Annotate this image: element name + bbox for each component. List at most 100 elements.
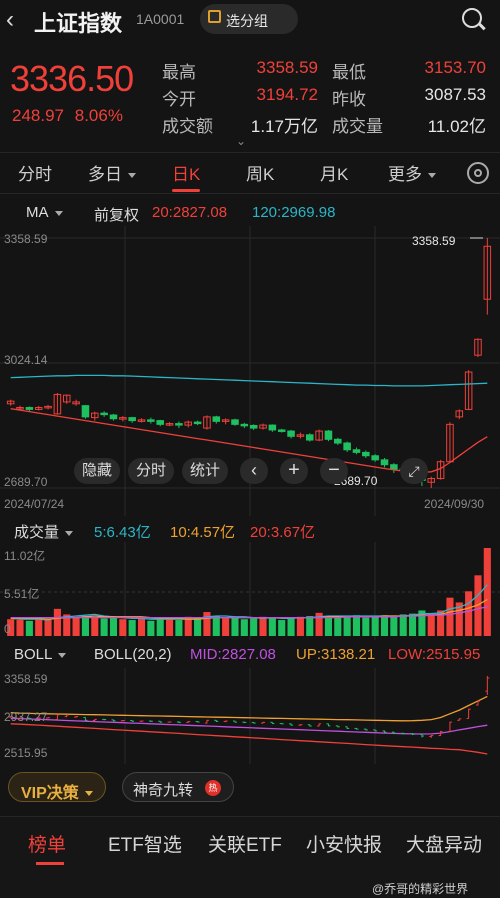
bottom-tab-news[interactable]: 小安快报 bbox=[306, 830, 382, 857]
stat-label-volume: 成交量 bbox=[332, 117, 383, 136]
volume-chart[interactable] bbox=[0, 542, 500, 640]
volume-bar bbox=[465, 591, 473, 636]
volume-bar bbox=[109, 616, 118, 636]
volume-bar bbox=[287, 618, 295, 636]
candle-body bbox=[362, 451, 370, 457]
adjust-mode[interactable]: 前复权 bbox=[94, 204, 139, 225]
stat-label-prev-close: 昨收 bbox=[332, 90, 366, 109]
tab-monthly-k[interactable]: 月K bbox=[320, 160, 348, 185]
volume-bar bbox=[352, 615, 361, 636]
boll-label: BOLL bbox=[14, 646, 53, 663]
change-value: 248.97 bbox=[12, 106, 64, 125]
vip-decision-button[interactable]: VIP决策 bbox=[8, 772, 106, 802]
hot-badge: 热 bbox=[205, 780, 221, 796]
candle-body bbox=[249, 424, 258, 429]
volume-bar bbox=[175, 620, 183, 636]
fullscreen-icon[interactable]: ⤢ bbox=[400, 458, 428, 484]
stat-value-volume: 11.02亿 bbox=[427, 117, 486, 136]
volume-bar bbox=[72, 616, 80, 636]
candle-body bbox=[25, 407, 34, 410]
candle-body bbox=[390, 464, 398, 470]
tab-multi-day[interactable]: 多日 bbox=[88, 160, 136, 185]
y-label-low: 2689.70 bbox=[4, 475, 48, 489]
chevron-down-icon bbox=[128, 173, 136, 179]
candle-body bbox=[175, 423, 183, 426]
y-label-mid: 3024.14 bbox=[4, 353, 48, 367]
candle-body bbox=[128, 417, 136, 422]
ma120-value: 120:2969.98 bbox=[252, 204, 336, 221]
indicator-select-volume[interactable]: 成交量 bbox=[14, 521, 74, 542]
candle-body bbox=[100, 412, 108, 416]
volume-bar bbox=[380, 615, 389, 636]
tab-more[interactable]: 更多 bbox=[388, 160, 436, 185]
stat-value-low: 3153.70 bbox=[424, 58, 486, 77]
volume-bar bbox=[324, 617, 332, 636]
boll-chart[interactable] bbox=[0, 668, 500, 764]
vol-y-top: 11.02亿 bbox=[4, 549, 46, 563]
candle-body bbox=[193, 421, 202, 425]
volume-label: 成交量 bbox=[14, 524, 60, 541]
volume-bar bbox=[399, 614, 407, 636]
boll-y-top: 3358.59 bbox=[4, 672, 48, 686]
volume-bar bbox=[371, 616, 379, 636]
boll-y-bottom: 2515.95 bbox=[4, 746, 48, 760]
volume-bar bbox=[44, 620, 52, 636]
bottom-tab-underline bbox=[36, 862, 64, 865]
candle-body bbox=[147, 419, 155, 422]
scroll-left-icon[interactable]: ‹ bbox=[240, 458, 268, 484]
stat-label-low: 最低 bbox=[332, 63, 366, 82]
date-start: 2024/07/24 bbox=[4, 497, 65, 511]
current-price: 3336.50 bbox=[10, 58, 134, 99]
vol-ma5: 5:6.43亿 bbox=[94, 524, 151, 541]
volume-bar bbox=[296, 616, 304, 636]
tab-intraday[interactable]: 分时 bbox=[18, 160, 52, 185]
bottom-tab-market-moves[interactable]: 大盘异动 bbox=[406, 830, 482, 857]
volume-bar bbox=[203, 612, 211, 636]
volume-bar bbox=[119, 619, 127, 636]
volume-bar bbox=[91, 617, 99, 636]
candle-body bbox=[305, 434, 314, 441]
zoom-out-icon[interactable]: − bbox=[320, 458, 348, 484]
tab-multi-day-label: 多日 bbox=[88, 165, 122, 184]
candle-body bbox=[81, 405, 90, 418]
candle-body bbox=[240, 423, 249, 427]
chevron-down-icon bbox=[428, 173, 436, 179]
intraday-button[interactable]: 分时 bbox=[128, 458, 174, 484]
candle-body bbox=[352, 449, 361, 453]
volume-bar bbox=[166, 619, 174, 636]
volume-bar bbox=[156, 617, 164, 636]
stat-label-open: 今开 bbox=[162, 90, 196, 109]
zoom-in-icon[interactable]: + bbox=[280, 458, 308, 484]
volume-bar bbox=[334, 616, 342, 636]
bottom-tab-related-etf[interactable]: 关联ETF bbox=[208, 830, 282, 857]
volume-bar bbox=[222, 618, 230, 636]
tab-more-label: 更多 bbox=[388, 165, 422, 184]
vol-ma20: 20:3.67亿 bbox=[250, 524, 316, 541]
back-icon[interactable]: ‹ bbox=[6, 6, 14, 34]
volume-bar bbox=[25, 620, 33, 636]
expand-chevron-icon[interactable]: ⌄ bbox=[236, 134, 246, 148]
stat-label-high: 最高 bbox=[162, 63, 196, 82]
ma20-value: 20:2827.08 bbox=[152, 204, 228, 221]
gear-icon-center bbox=[474, 169, 482, 177]
stat-value-high: 3358.59 bbox=[256, 58, 318, 77]
volume-bar bbox=[343, 616, 351, 636]
page-title: 上证指数 bbox=[34, 11, 123, 36]
stats-button[interactable]: 统计 bbox=[182, 458, 228, 484]
tab-weekly-k[interactable]: 周K bbox=[246, 160, 274, 185]
tab-daily-k[interactable]: 日K bbox=[172, 160, 200, 185]
volume-bar bbox=[212, 616, 220, 636]
volume-bar bbox=[128, 620, 136, 636]
hide-button[interactable]: 隐藏 bbox=[74, 458, 120, 484]
indicator-select-ma[interactable]: MA bbox=[26, 204, 63, 221]
bottom-tab-etf-picks[interactable]: ETF智选 bbox=[108, 830, 182, 857]
volume-bar bbox=[427, 613, 435, 636]
volume-bar bbox=[483, 548, 491, 636]
boll-low: LOW:2515.95 bbox=[388, 646, 481, 663]
candle-body bbox=[371, 455, 379, 461]
bottom-tab-ranking[interactable]: 榜单 bbox=[28, 830, 66, 857]
indicator-select-boll[interactable]: BOLL bbox=[14, 646, 67, 663]
volume-bar bbox=[250, 618, 258, 636]
volume-bar bbox=[194, 619, 202, 636]
stat-value-prev-close: 3087.53 bbox=[424, 85, 486, 104]
